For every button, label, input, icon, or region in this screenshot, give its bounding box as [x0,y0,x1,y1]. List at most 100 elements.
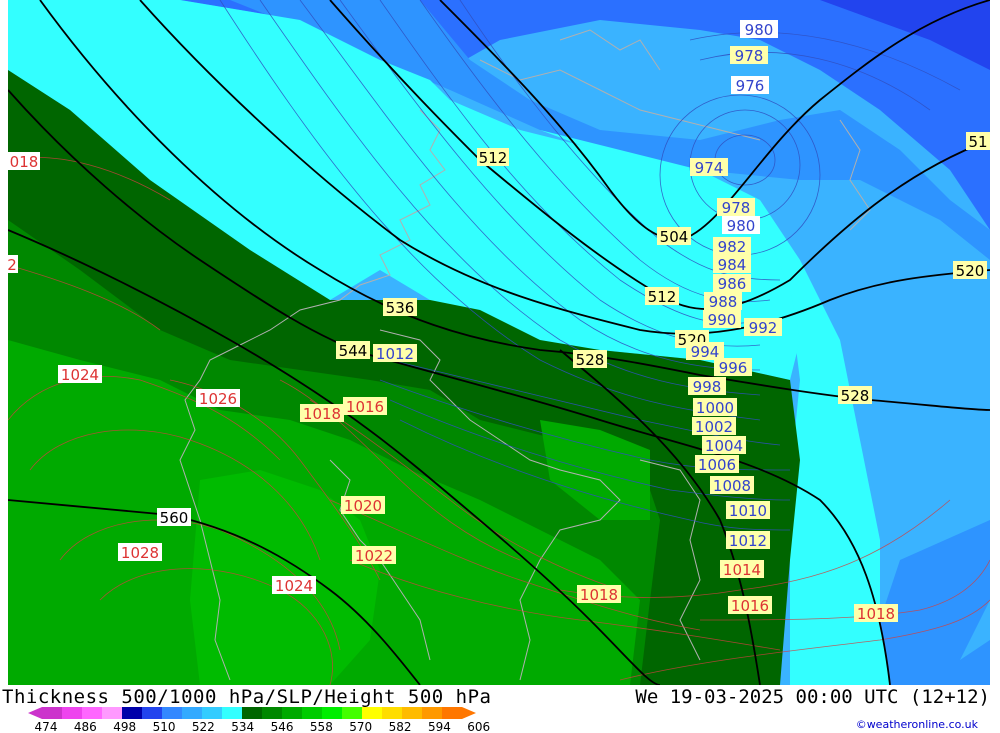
isobar-label: 1020 [341,496,385,515]
isobar-label: 1012 [726,531,770,550]
legend-tick-label: 582 [389,720,412,733]
isobar-label: 986 [713,274,751,293]
isobar-label: 998 [688,377,726,396]
isobar-label: 976 [731,76,769,95]
svg-text:560: 560 [160,509,189,527]
svg-text:1004: 1004 [705,437,743,455]
svg-text:990: 990 [708,311,737,329]
legend-tick-label: 606 [467,720,490,733]
svg-text:536: 536 [386,299,415,317]
svg-text:512: 512 [479,149,508,167]
svg-text:1018: 1018 [303,405,341,423]
height-label: 544 [336,341,370,360]
height-label: 51 [966,132,990,151]
isobar-label: 1000 [693,398,737,417]
legend-swatch [122,707,142,719]
legend-swatch [302,707,322,719]
legend-swatch [142,707,162,719]
svg-text:1018: 1018 [580,586,618,604]
isobar-label: 996 [714,358,752,377]
isobar-label: 1016 [343,397,387,416]
isobar-label: 1008 [710,476,754,495]
legend-tick-label: 522 [192,720,215,733]
isobar-label: 978 [730,46,768,65]
legend-swatch [382,707,402,719]
legend-swatch [342,707,362,719]
height-label: 528 [573,350,607,369]
map-footer: Thickness 500/1000 hPa/SLP/Height 500 hP… [0,685,1000,733]
isobar-label: 1018 [300,404,344,423]
legend-tick-label: 546 [271,720,294,733]
svg-text:1012: 1012 [729,532,767,550]
isobar-label: 1024 [58,365,102,384]
svg-text:018: 018 [10,153,39,171]
valid-time: We 19-03-2025 00:00 UTC (12+12) [635,686,990,708]
svg-text:986: 986 [718,275,747,293]
svg-text:1002: 1002 [695,418,733,436]
svg-text:998: 998 [693,378,722,396]
legend-tick-label: 558 [310,720,333,733]
isobar-label: 2 [7,255,18,274]
isobar-label: 1024 [272,576,316,595]
legend-swatch [362,707,382,719]
legend-tick-label: 474 [35,720,58,733]
svg-text:1000: 1000 [696,399,734,417]
color-legend: 474 486 498 510 522 534 546 558 570 582 594 606 [28,707,490,733]
isobar-label: 1016 [728,596,772,615]
isobar-label: 990 [703,310,741,329]
svg-text:996: 996 [719,359,748,377]
legend-swatch [182,707,202,719]
legend-tick-label: 534 [231,720,254,733]
isobar-label: 1002 [692,417,736,436]
svg-text:1024: 1024 [275,577,313,595]
isobar-label: 1018 [854,604,898,623]
isobar-label: 1004 [702,436,746,455]
height-label: 520 [953,261,987,280]
isobar-label: 1014 [720,560,764,579]
isobar-label: 988 [704,292,742,311]
isobar-label: 1012 [373,344,417,363]
svg-text:984: 984 [718,256,747,274]
svg-text:520: 520 [956,262,985,280]
legend-swatch [202,707,222,719]
svg-text:512: 512 [648,288,677,306]
legend-swatch [42,707,62,719]
legend-swatch [222,707,242,719]
legend-swatch [162,707,182,719]
legend-tick-label: 594 [428,720,451,733]
height-label: 536 [383,298,417,317]
isobar-label: 978 [717,198,755,217]
svg-text:978: 978 [722,199,751,217]
height-label: 504 [657,227,691,246]
svg-text:528: 528 [841,387,870,405]
svg-text:1024: 1024 [61,366,99,384]
svg-text:2: 2 [7,256,17,274]
height-label: 528 [838,386,872,405]
legend-swatch [62,707,82,719]
isobar-label: 974 [690,158,728,177]
legend-tick-label: 510 [153,720,176,733]
svg-text:504: 504 [660,228,689,246]
legend-tick-label: 486 [74,720,97,733]
svg-text:1020: 1020 [344,497,382,515]
height-label: 512 [645,287,679,306]
svg-text:980: 980 [727,217,756,235]
isobar-label: 980 [740,20,778,39]
svg-text:976: 976 [736,77,765,95]
svg-text:1008: 1008 [713,477,751,495]
isobar-label: 1006 [695,455,739,474]
legend-arrow-right [462,707,476,719]
svg-text:992: 992 [749,319,778,337]
isobar-label: 984 [713,255,751,274]
isobar-label: 1028 [118,543,162,562]
isobar-label: 992 [744,318,782,337]
isobar-label: 1022 [352,546,396,565]
svg-text:1016: 1016 [731,597,769,615]
svg-text:978: 978 [735,47,764,65]
svg-text:988: 988 [709,293,738,311]
legend-arrow-left [28,707,42,719]
isobar-label: 1026 [196,389,240,408]
svg-text:1014: 1014 [723,561,761,579]
svg-text:980: 980 [745,21,774,39]
credit-link[interactable]: ©weatheronline.co.uk [856,718,978,731]
